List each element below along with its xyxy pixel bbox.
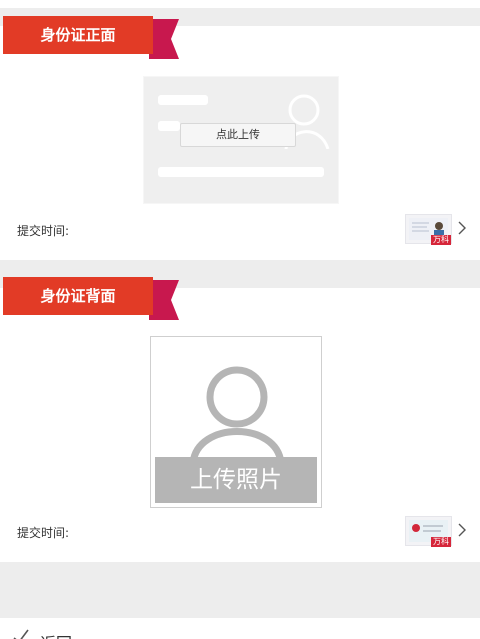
back-submit-time-label: 提交时间: [17,526,70,540]
thumbnail-tag: 万科 [431,235,451,245]
person-avatar-icon [189,366,285,464]
placeholder-line [158,167,324,177]
chevron-right-icon[interactable] [456,523,468,537]
upload-here-button[interactable]: 点此上传 [180,123,296,147]
id-front-title: 身份证正面 [3,16,153,54]
id-back-upload-area[interactable]: 上传照片 [150,336,322,508]
id-back-thumbnail[interactable]: 万科 [405,516,452,547]
placeholder-line [158,95,208,105]
back-link[interactable]: 返回 [40,630,72,639]
ribbon-tail-icon [149,19,179,59]
top-strip [0,0,480,8]
placeholder-line [158,121,180,131]
id-front-thumbnail[interactable]: 万科 [405,214,452,245]
back-check-icon [13,629,29,639]
id-back-title: 身份证背面 [3,277,153,315]
chevron-right-icon[interactable] [456,221,468,235]
upload-photo-button[interactable]: 上传照片 [155,457,317,503]
thumbnail-tag: 万科 [431,537,451,547]
bottom-bar: 返回 [0,618,480,639]
front-submit-time-label: 提交时间: [17,224,70,238]
ribbon-tail-icon [149,280,179,320]
